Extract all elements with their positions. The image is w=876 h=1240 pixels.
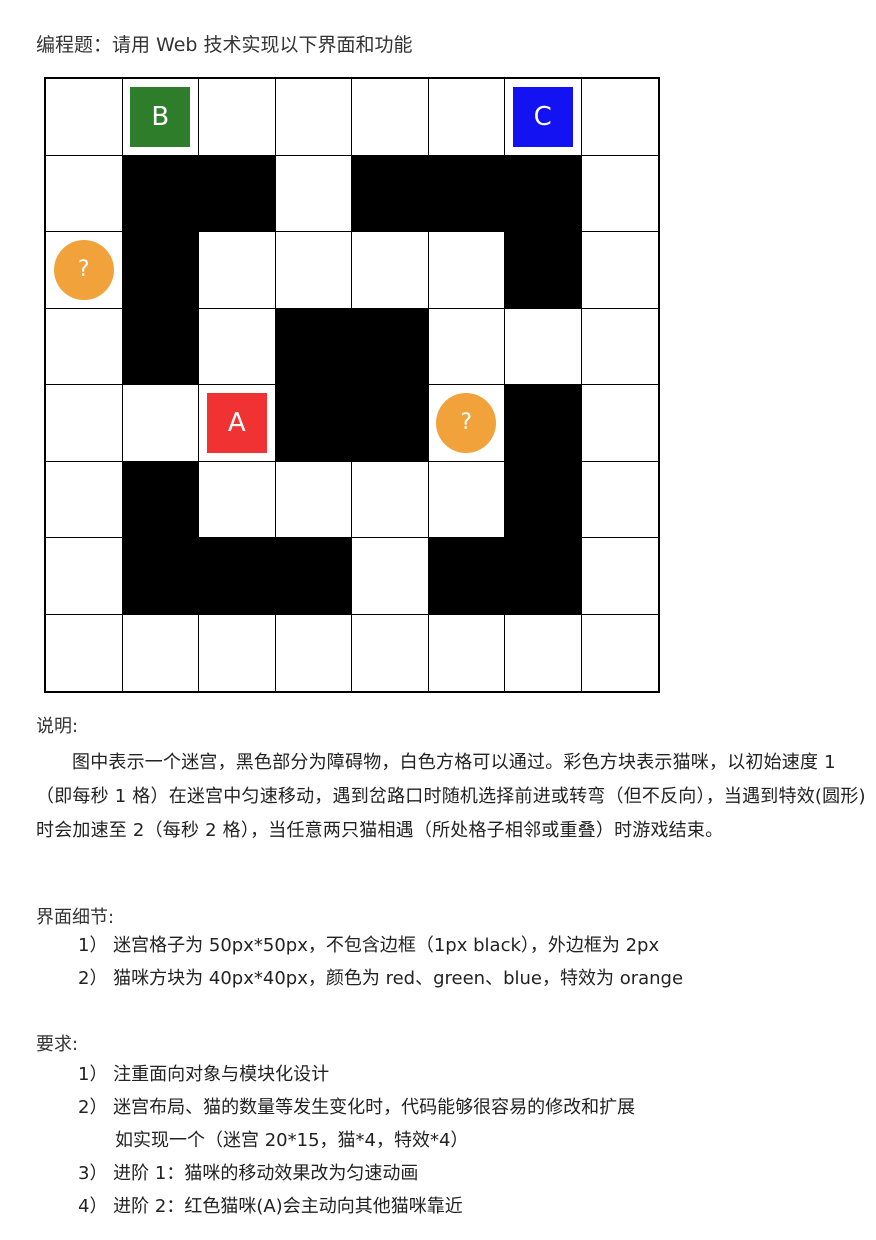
maze-cell [581,79,658,156]
page-title: 编程题：请用 Web 技术实现以下界面和功能 [36,34,413,56]
description-text: 图中表示一个迷宫，黑色部分为障碍物，白色方格可以通过。彩色方块表示猫咪，以初始速… [36,746,872,848]
maze-wall-cell [275,385,352,462]
maze-cell [428,308,505,385]
list-item: 2） 猫咪方块为 40px*40px，颜色为 red、green、blue，特效… [78,968,684,989]
maze-grid: B C? A? [44,77,660,693]
maze-cell: ? [428,385,505,462]
maze-cell [199,79,276,156]
list-item: 1） 迷宫格子为 50px*50px，不包含边框（1px black），外边框为… [78,935,660,956]
maze-cell [46,385,123,462]
maze-cell [505,614,582,691]
maze-cell [581,385,658,462]
list-item: 4） 进阶 2：红色猫咪(A)会主动向其他猫咪靠近 [78,1196,463,1217]
list-item: 1） 注重面向对象与模块化设计 [78,1064,330,1085]
cat-block-c: C [512,86,573,147]
maze-cell: ? [46,232,123,309]
maze-cell [428,614,505,691]
maze-wall-cell [352,385,429,462]
maze-cell: B [122,79,199,156]
maze-cell [352,79,429,156]
maze-cell [199,308,276,385]
maze-cell [352,538,429,615]
maze-cell [46,155,123,232]
maze-cell [428,79,505,156]
maze-cell [581,614,658,691]
maze-cell [352,232,429,309]
maze-wall-cell [275,538,352,615]
maze-cell [581,538,658,615]
maze-wall-cell [122,461,199,538]
ui-details-list: 1） 迷宫格子为 50px*50px，不包含边框（1px black），外边框为… [78,929,683,995]
maze-cell [46,308,123,385]
cat-block-a: A [206,392,267,453]
list-item: 3） 进阶 1：猫咪的移动效果改为匀速动画 [78,1163,419,1184]
maze-cell [46,614,123,691]
maze-cell [275,232,352,309]
maze-wall-cell [122,155,199,232]
requirements-list: 1） 注重面向对象与模块化设计 2） 迷宫布局、猫的数量等发生变化时，代码能够很… [78,1058,635,1223]
maze-cell [581,155,658,232]
maze-cell [581,232,658,309]
maze-cell [199,614,276,691]
maze-wall-cell [199,155,276,232]
maze-cell [46,538,123,615]
maze-cell [581,461,658,538]
maze-cell [275,461,352,538]
description-body: 图中表示一个迷宫，黑色部分为障碍物，白色方格可以通过。彩色方块表示猫咪，以初始速… [36,752,866,841]
maze-cell: C [505,79,582,156]
maze-wall-cell [122,308,199,385]
maze-wall-cell [505,538,582,615]
ui-details-heading: 界面细节: [36,907,115,928]
maze-cell [505,308,582,385]
maze-cell [46,461,123,538]
maze-cell [352,614,429,691]
requirements-heading: 要求: [36,1034,79,1055]
maze-cell [428,461,505,538]
maze-cell [122,614,199,691]
maze-cell [199,461,276,538]
maze-cell [581,308,658,385]
maze-wall-cell [505,155,582,232]
cat-block-b: B [130,86,191,147]
maze-wall-cell [428,155,505,232]
effect-circle: ? [53,239,114,300]
maze-cell [428,232,505,309]
maze-wall-cell [199,538,276,615]
maze-wall-cell [505,232,582,309]
maze-wall-cell [122,232,199,309]
maze-wall-cell [428,538,505,615]
maze-cell [352,461,429,538]
maze-cell: A [199,385,276,462]
maze-cell [122,385,199,462]
maze-wall-cell [505,385,582,462]
maze-cell [199,232,276,309]
maze-cell [275,614,352,691]
maze-wall-cell [352,155,429,232]
maze-cell [275,79,352,156]
maze-wall-cell [505,461,582,538]
maze-cell [46,79,123,156]
maze-cell [275,155,352,232]
effect-circle: ? [436,392,497,453]
description-heading: 说明: [36,716,79,737]
list-item: 2） 迷宫布局、猫的数量等发生变化时，代码能够很容易的修改和扩展 [78,1097,636,1118]
maze-wall-cell [275,308,352,385]
maze-wall-cell [122,538,199,615]
maze-wall-cell [352,308,429,385]
list-item: 如实现一个（迷宫 20*15，猫*4，特效*4） [115,1130,469,1151]
